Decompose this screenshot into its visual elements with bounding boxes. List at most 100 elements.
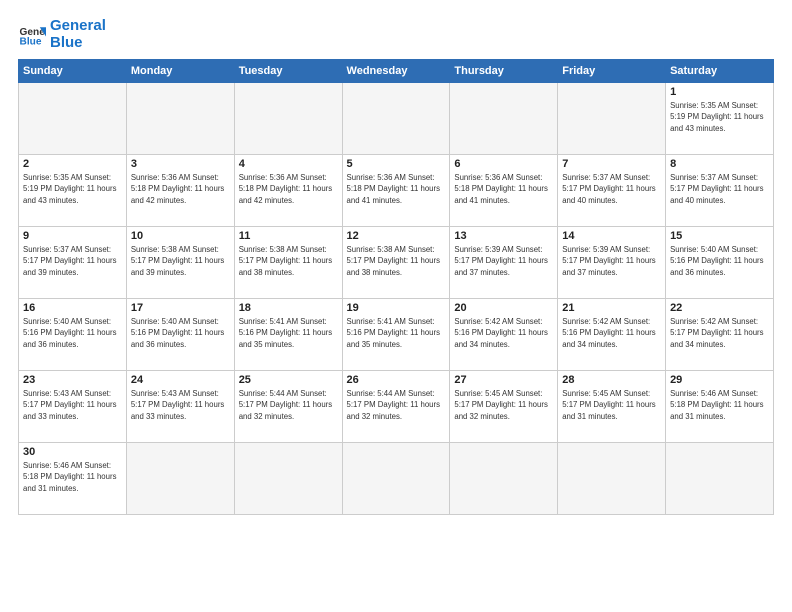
- calendar-cell: 11 Sunrise: 5:38 AM Sunset: 5:17 PM Dayli…: [234, 227, 342, 299]
- calendar-cell: [450, 83, 558, 155]
- calendar-cell: 10 Sunrise: 5:38 AM Sunset: 5:17 PM Dayli…: [126, 227, 234, 299]
- header: General Blue General Blue: [18, 18, 774, 51]
- calendar-cell: 26 Sunrise: 5:44 AM Sunset: 5:17 PM Dayli…: [342, 371, 450, 443]
- calendar-cell: 25Sunrise: 5:44 AM Sunset: 5:17 PM Dayli…: [234, 371, 342, 443]
- calendar-cell: 19Sunrise: 5:41 AM Sunset: 5:16 PM Dayli…: [342, 299, 450, 371]
- day-info: Sunrise: 5:43 AM Sunset: 5:17 PM Dayligh…: [23, 388, 122, 422]
- calendar-week-row: 9Sunrise: 5:37 AM Sunset: 5:17 PM Daylig…: [19, 227, 774, 299]
- calendar-cell: 27Sunrise: 5:45 AM Sunset: 5:17 PM Dayli…: [450, 371, 558, 443]
- calendar-table: SundayMondayTuesdayWednesdayThursdayFrid…: [18, 59, 774, 515]
- calendar-cell: 12 Sunrise: 5:38 AM Sunset: 5:17 PM Dayli…: [342, 227, 450, 299]
- day-number: 1: [670, 86, 769, 98]
- day-number: 29: [670, 374, 769, 386]
- day-info: Sunrise: 5:35 AM Sunset: 5:19 PM Dayligh…: [670, 100, 769, 134]
- logo-blue: Blue: [50, 34, 83, 51]
- calendar-cell: 9Sunrise: 5:37 AM Sunset: 5:17 PM Daylig…: [19, 227, 127, 299]
- day-number: 30: [23, 446, 122, 458]
- calendar-cell: 18 Sunrise: 5:41 AM Sunset: 5:16 PM Dayli…: [234, 299, 342, 371]
- day-info: Sunrise: 5:43 AM Sunset: 5:17 PM Dayligh…: [131, 388, 230, 422]
- calendar-cell: [558, 83, 666, 155]
- calendar-week-row: 16 Sunrise: 5:40 AM Sunset: 5:16 PM Dayli…: [19, 299, 774, 371]
- day-number: 22: [670, 302, 769, 314]
- day-info: Sunrise: 5:39 AM Sunset: 5:17 PM Dayligh…: [562, 244, 661, 278]
- day-info: Sunrise: 5:37 AM Sunset: 5:17 PM Dayligh…: [23, 244, 122, 278]
- day-number: 21: [562, 302, 661, 314]
- logo: General Blue General Blue: [18, 18, 106, 51]
- day-number: 24: [131, 374, 230, 386]
- calendar-cell: [19, 83, 127, 155]
- day-number: 12: [347, 230, 446, 242]
- day-info: Sunrise: 5:38 AM Sunset: 5:17 PM Dayligh…: [131, 244, 230, 278]
- day-info: Sunrise: 5:36 AM Sunset: 5:18 PM Dayligh…: [131, 172, 230, 206]
- calendar-cell: 16 Sunrise: 5:40 AM Sunset: 5:16 PM Dayli…: [19, 299, 127, 371]
- calendar-cell: 3 Sunrise: 5:36 AM Sunset: 5:18 PM Daylig…: [126, 155, 234, 227]
- day-info: Sunrise: 5:40 AM Sunset: 5:16 PM Dayligh…: [670, 244, 769, 278]
- day-info: Sunrise: 5:37 AM Sunset: 5:17 PM Dayligh…: [562, 172, 661, 206]
- day-info: Sunrise: 5:41 AM Sunset: 5:16 PM Dayligh…: [239, 316, 338, 350]
- day-number: 17: [131, 302, 230, 314]
- day-number: 5: [347, 158, 446, 170]
- day-number: 16: [23, 302, 122, 314]
- day-number: 26: [347, 374, 446, 386]
- day-info: Sunrise: 5:39 AM Sunset: 5:17 PM Dayligh…: [454, 244, 553, 278]
- day-number: 11: [239, 230, 338, 242]
- calendar-cell: 21Sunrise: 5:42 AM Sunset: 5:16 PM Dayli…: [558, 299, 666, 371]
- day-info: Sunrise: 5:45 AM Sunset: 5:17 PM Dayligh…: [562, 388, 661, 422]
- day-info: Sunrise: 5:42 AM Sunset: 5:16 PM Dayligh…: [454, 316, 553, 350]
- day-number: 14: [562, 230, 661, 242]
- day-number: 28: [562, 374, 661, 386]
- calendar-cell: [342, 443, 450, 515]
- day-number: 4: [239, 158, 338, 170]
- calendar-cell: 20 Sunrise: 5:42 AM Sunset: 5:16 PM Dayli…: [450, 299, 558, 371]
- weekday-header-wednesday: Wednesday: [342, 60, 450, 83]
- weekday-header-sunday: Sunday: [19, 60, 127, 83]
- day-info: Sunrise: 5:40 AM Sunset: 5:16 PM Dayligh…: [131, 316, 230, 350]
- calendar-cell: 30Sunrise: 5:46 AM Sunset: 5:18 PM Dayli…: [19, 443, 127, 515]
- day-info: Sunrise: 5:46 AM Sunset: 5:18 PM Dayligh…: [670, 388, 769, 422]
- day-number: 13: [454, 230, 553, 242]
- calendar-cell: 6Sunrise: 5:36 AM Sunset: 5:18 PM Daylig…: [450, 155, 558, 227]
- calendar-week-row: 2Sunrise: 5:35 AM Sunset: 5:19 PM Daylig…: [19, 155, 774, 227]
- calendar-cell: 8Sunrise: 5:37 AM Sunset: 5:17 PM Daylig…: [666, 155, 774, 227]
- day-number: 6: [454, 158, 553, 170]
- day-number: 18: [239, 302, 338, 314]
- calendar-cell: 24 Sunrise: 5:43 AM Sunset: 5:17 PM Dayli…: [126, 371, 234, 443]
- calendar-cell: [234, 443, 342, 515]
- day-number: 7: [562, 158, 661, 170]
- day-info: Sunrise: 5:36 AM Sunset: 5:18 PM Dayligh…: [347, 172, 446, 206]
- day-number: 3: [131, 158, 230, 170]
- day-number: 20: [454, 302, 553, 314]
- calendar-week-row: 1 Sunrise: 5:35 AM Sunset: 5:19 PM Daylig…: [19, 83, 774, 155]
- weekday-header-thursday: Thursday: [450, 60, 558, 83]
- calendar-cell: 15Sunrise: 5:40 AM Sunset: 5:16 PM Dayli…: [666, 227, 774, 299]
- day-info: Sunrise: 5:40 AM Sunset: 5:16 PM Dayligh…: [23, 316, 122, 350]
- day-number: 23: [23, 374, 122, 386]
- calendar-cell: [126, 443, 234, 515]
- calendar-cell: 4Sunrise: 5:36 AM Sunset: 5:18 PM Daylig…: [234, 155, 342, 227]
- day-info: Sunrise: 5:38 AM Sunset: 5:17 PM Dayligh…: [239, 244, 338, 278]
- calendar-header-row: SundayMondayTuesdayWednesdayThursdayFrid…: [19, 60, 774, 83]
- calendar-cell: 2Sunrise: 5:35 AM Sunset: 5:19 PM Daylig…: [19, 155, 127, 227]
- calendar-cell: 29 Sunrise: 5:46 AM Sunset: 5:18 PM Dayli…: [666, 371, 774, 443]
- svg-text:Blue: Blue: [20, 36, 42, 47]
- weekday-header-monday: Monday: [126, 60, 234, 83]
- day-info: Sunrise: 5:44 AM Sunset: 5:17 PM Dayligh…: [347, 388, 446, 422]
- page: General Blue General Blue SundayMondayTu…: [0, 0, 792, 612]
- calendar-cell: 23 Sunrise: 5:43 AM Sunset: 5:17 PM Dayli…: [19, 371, 127, 443]
- day-number: 10: [131, 230, 230, 242]
- calendar-cell: [666, 443, 774, 515]
- calendar-cell: 22 Sunrise: 5:42 AM Sunset: 5:17 PM Dayli…: [666, 299, 774, 371]
- day-info: Sunrise: 5:38 AM Sunset: 5:17 PM Dayligh…: [347, 244, 446, 278]
- weekday-header-tuesday: Tuesday: [234, 60, 342, 83]
- day-info: Sunrise: 5:42 AM Sunset: 5:17 PM Dayligh…: [670, 316, 769, 350]
- calendar-cell: 13 Sunrise: 5:39 AM Sunset: 5:17 PM Dayli…: [450, 227, 558, 299]
- day-info: Sunrise: 5:41 AM Sunset: 5:16 PM Dayligh…: [347, 316, 446, 350]
- calendar-cell: [342, 83, 450, 155]
- logo-general: General: [50, 17, 106, 34]
- weekday-header-saturday: Saturday: [666, 60, 774, 83]
- calendar-cell: [558, 443, 666, 515]
- calendar-cell: 14 Sunrise: 5:39 AM Sunset: 5:17 PM Dayli…: [558, 227, 666, 299]
- weekday-header-friday: Friday: [558, 60, 666, 83]
- day-info: Sunrise: 5:37 AM Sunset: 5:17 PM Dayligh…: [670, 172, 769, 206]
- day-number: 2: [23, 158, 122, 170]
